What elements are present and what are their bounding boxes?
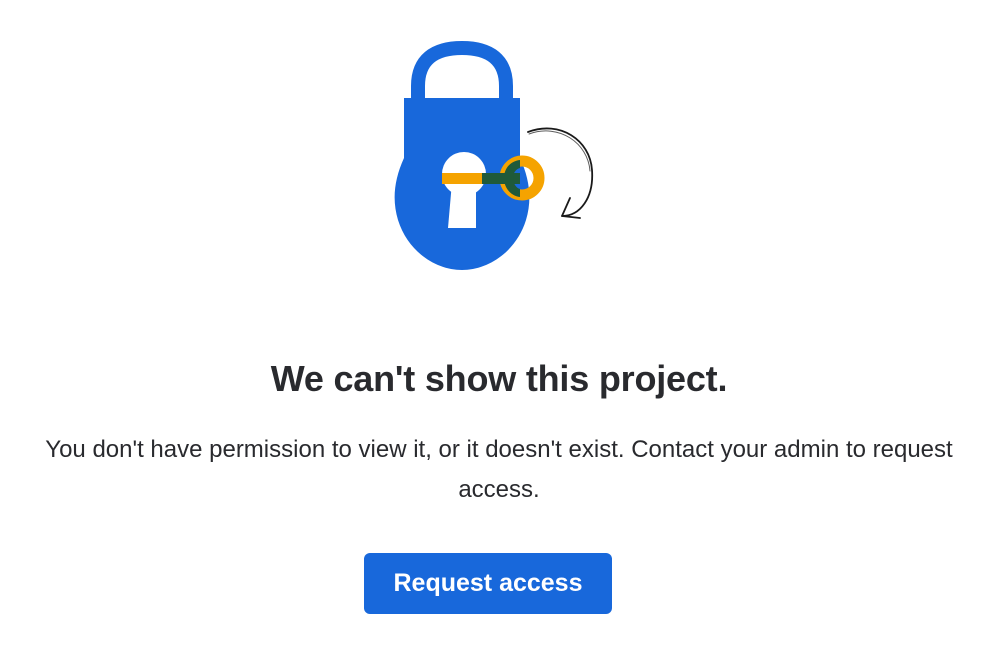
page-title: We can't show this project. [270, 358, 728, 399]
permission-message: You don't have permission to view it, or… [45, 436, 953, 503]
padlock-with-key-icon [370, 40, 610, 280]
request-access-button[interactable]: Request access [364, 553, 612, 614]
